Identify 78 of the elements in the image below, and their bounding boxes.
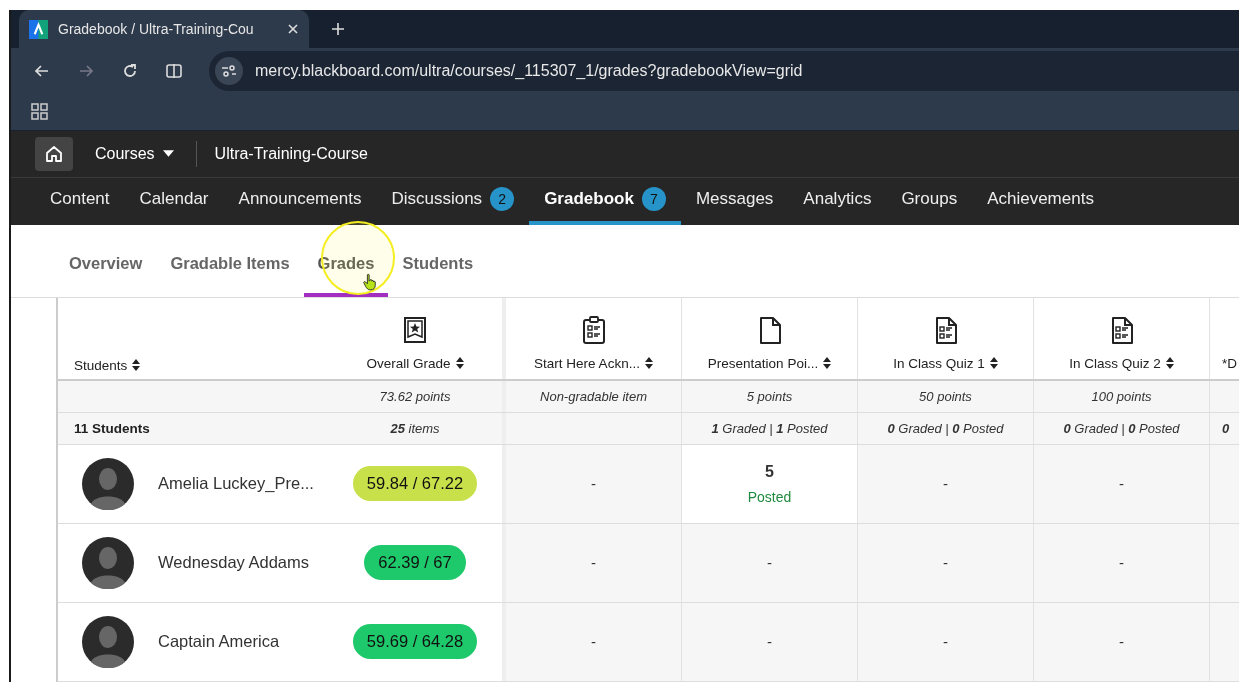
course-nav-tab[interactable]: Calendar (124, 177, 224, 225)
gradebook-subtab[interactable]: Overview (55, 225, 157, 297)
browser-tab[interactable]: Gradebook / Ultra-Training-Cou (19, 10, 309, 48)
posted-status: Posted (747, 489, 792, 505)
grade-pill[interactable]: 62.39 / 67 (364, 545, 466, 581)
student-name[interactable]: Amelia Luckey_Pre... (158, 474, 314, 494)
sort-icon (1165, 357, 1174, 370)
course-title: Ultra-Training-Course (214, 144, 368, 163)
course-nav-tab[interactable]: Groups (886, 177, 973, 225)
column-header[interactable]: Overall Grade (366, 356, 464, 371)
site-logo-icon (29, 19, 48, 39)
grade-cell[interactable]: - (591, 633, 596, 651)
sort-icon (132, 359, 141, 372)
avatar-silhouette (82, 458, 134, 510)
course-nav-tab[interactable]: Messages (680, 177, 789, 225)
test-document-icon (933, 316, 958, 344)
test-document-icon (1109, 316, 1134, 344)
grade-cell[interactable]: - (1119, 554, 1124, 572)
grade-cell[interactable]: - (767, 633, 772, 651)
student-name[interactable]: Wednesday Addams (158, 553, 310, 573)
grade-cell[interactable]: - (591, 554, 596, 572)
avatar-silhouette (82, 616, 134, 668)
site-settings-icon[interactable] (215, 57, 243, 86)
grade-pill[interactable]: 59.84 / 67.22 (352, 466, 478, 502)
courses-dropdown[interactable]: Courses (95, 144, 174, 163)
home-icon (44, 143, 64, 164)
course-nav-tab[interactable]: Achievements (972, 177, 1109, 225)
home-button[interactable] (35, 136, 73, 171)
column-summary: 0 (1222, 421, 1230, 436)
course-nav-tab[interactable]: Content (35, 177, 125, 225)
grade-cell[interactable]: - (943, 633, 948, 651)
grade-pill[interactable]: 59.69 / 64.28 (352, 624, 478, 660)
column-header[interactable]: *D (1222, 356, 1237, 371)
gradebook-subtab[interactable]: Gradable Items (156, 225, 304, 297)
column-header[interactable]: Students (74, 358, 141, 373)
student-count: 11 Students (74, 421, 150, 436)
grade-cell[interactable]: - (1119, 633, 1124, 651)
column-summary: 1 Graded | 1 Posted (711, 421, 828, 436)
points-possible: Non-gradable item (540, 389, 647, 404)
course-nav-tab[interactable]: Analytics (788, 177, 887, 225)
column-header[interactable]: In Class Quiz 1 (893, 356, 998, 371)
apps-grid-icon[interactable] (31, 102, 49, 121)
column-header[interactable]: Presentation Poi... (707, 356, 832, 371)
sort-icon (455, 357, 464, 370)
grade-cell[interactable]: - (1119, 475, 1124, 493)
column-summary: 0 Graded | 0 Posted (887, 421, 1004, 436)
grade-cell[interactable]: - (943, 554, 948, 572)
course-nav-tab[interactable]: Announcements (223, 177, 377, 225)
count-badge: 2 (490, 187, 515, 212)
grade-value[interactable]: 5 (765, 463, 774, 481)
caret-icon (162, 150, 174, 158)
points-possible: 5 points (746, 389, 793, 404)
column-header[interactable]: In Class Quiz 2 (1069, 356, 1174, 371)
course-nav-tab[interactable]: Discussions 2 (376, 177, 530, 225)
hand-cursor-icon (363, 273, 377, 291)
new-tab-icon[interactable] (331, 22, 345, 36)
column-header[interactable]: Start Here Ackn... (534, 356, 653, 371)
grade-cell[interactable]: - (767, 554, 772, 572)
points-possible: 73.62 points (379, 389, 451, 404)
avatar-silhouette (82, 537, 134, 589)
clipboard-icon (581, 316, 606, 344)
column-summary: 25 items (390, 421, 440, 436)
sort-icon (823, 357, 832, 370)
grade-cell[interactable]: - (943, 475, 948, 493)
count-badge: 7 (641, 187, 666, 212)
tab-title: Gradebook / Ultra-Training-Cou (58, 21, 255, 37)
sort-icon (989, 357, 998, 370)
points-possible: 100 points (1091, 389, 1152, 404)
column-summary: 0 Graded | 0 Posted (1063, 421, 1180, 436)
document-icon (757, 316, 782, 344)
address-bar[interactable]: mercy.blackboard.com/ultra/courses/_115307_1/grades?gradebookView=grid (209, 51, 1239, 92)
close-icon[interactable] (287, 23, 299, 35)
sort-icon (644, 357, 653, 370)
grade-cell[interactable]: - (591, 475, 596, 493)
split-view-icon[interactable] (165, 62, 183, 81)
points-possible: 50 points (919, 389, 972, 404)
student-name[interactable]: Captain America (158, 632, 280, 652)
gradebook-subtab[interactable]: Students (388, 225, 488, 297)
